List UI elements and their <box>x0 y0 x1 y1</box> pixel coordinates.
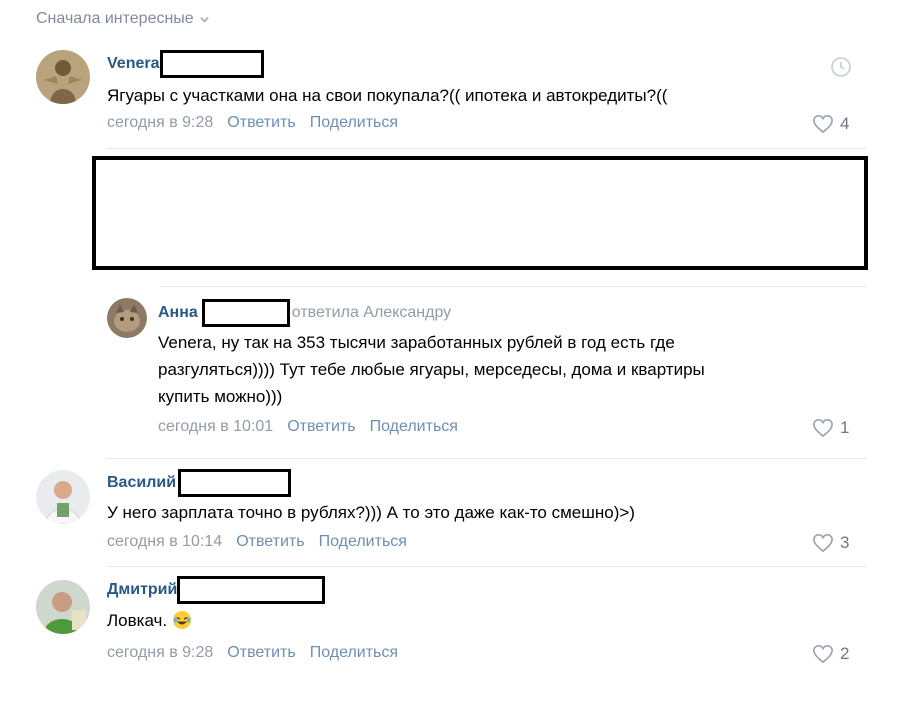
heart-outline-icon <box>813 114 833 134</box>
comment-date[interactable]: сегодня в 10:01 <box>158 418 273 436</box>
author-name[interactable]: Venera <box>107 55 159 73</box>
comment-text-line: купить можно))) <box>158 387 283 406</box>
heart-outline-icon <box>813 533 833 553</box>
divider <box>160 286 867 287</box>
comment-meta: сегодня в 9:28 Ответить Поделиться <box>107 114 412 132</box>
redaction-box <box>160 50 265 78</box>
comment-text: Ягуары с участками она на свои покупала?… <box>107 86 668 105</box>
avatar[interactable] <box>36 50 90 104</box>
avatar[interactable] <box>36 580 90 634</box>
divider <box>107 566 867 567</box>
like-count: 3 <box>840 533 850 552</box>
comment-header: Василий <box>107 469 292 497</box>
redaction-box <box>178 469 292 497</box>
author-name[interactable]: Василий <box>107 474 176 492</box>
comment-meta: сегодня в 10:01 Ответить Поделиться <box>158 418 472 436</box>
comment-text: У него зарплата точно в рублях?))) А то … <box>107 503 635 522</box>
clock-icon[interactable] <box>830 56 852 78</box>
comment-meta: сегодня в 10:14 Ответить Поделиться <box>107 533 421 551</box>
like-button[interactable]: 3 <box>812 533 849 553</box>
avatar[interactable] <box>36 470 90 524</box>
comment-date[interactable]: сегодня в 9:28 <box>107 644 213 662</box>
comment-text-content: Ловкач. <box>107 611 168 630</box>
comment-meta: сегодня в 9:28 Ответить Поделиться <box>107 644 412 662</box>
avatar-image <box>36 470 90 524</box>
comment-text: Venera, ну так на 353 тысячи заработанны… <box>158 330 858 409</box>
comment-text-line: разгуляться)))) Тут тебе любые ягуары, м… <box>158 360 705 379</box>
author-name[interactable]: Дмитрий <box>107 581 177 599</box>
comment-text: Ловкач. <box>107 608 807 633</box>
redaction-box <box>92 156 868 270</box>
divider <box>107 458 867 459</box>
avatar-image <box>36 580 90 634</box>
like-button[interactable]: 1 <box>812 418 849 438</box>
reply-button[interactable]: Ответить <box>227 644 295 662</box>
reply-button[interactable]: Ответить <box>227 114 295 132</box>
avatar-image <box>36 50 90 104</box>
redaction-box <box>201 299 290 327</box>
comment-text-line: Venera, ну так на 353 тысячи заработанны… <box>158 333 675 352</box>
comment-header: Дмитрий <box>107 576 326 604</box>
redaction-box <box>177 576 326 604</box>
comment-header: Venera <box>107 50 265 78</box>
like-count: 4 <box>840 114 850 133</box>
heart-outline-icon <box>813 418 833 438</box>
comment-header: Анна ответила Александру <box>158 299 451 327</box>
heart-outline-icon <box>813 644 833 664</box>
reply-button[interactable]: Ответить <box>287 418 355 436</box>
share-button[interactable]: Поделиться <box>370 418 458 436</box>
reply-to-label[interactable]: ответила Александру <box>292 304 451 322</box>
share-button[interactable]: Поделиться <box>310 114 398 132</box>
divider <box>107 148 867 149</box>
like-button[interactable]: 4 <box>812 114 849 134</box>
reply-button[interactable]: Ответить <box>236 533 304 551</box>
comment-date[interactable]: сегодня в 10:14 <box>107 533 222 551</box>
like-count: 2 <box>840 644 850 663</box>
comment-date[interactable]: сегодня в 9:28 <box>107 114 213 132</box>
like-count: 1 <box>840 418 850 437</box>
comment-venera: Venera Ягуары с участками она на свои по… <box>0 0 920 150</box>
like-button[interactable]: 2 <box>812 644 849 664</box>
share-button[interactable]: Поделиться <box>310 644 398 662</box>
avatar-image <box>107 298 147 338</box>
avatar[interactable] <box>107 298 147 338</box>
laughing-tears-emoji-icon <box>172 611 191 629</box>
share-button[interactable]: Поделиться <box>319 533 407 551</box>
author-name[interactable]: Анна <box>158 304 198 322</box>
